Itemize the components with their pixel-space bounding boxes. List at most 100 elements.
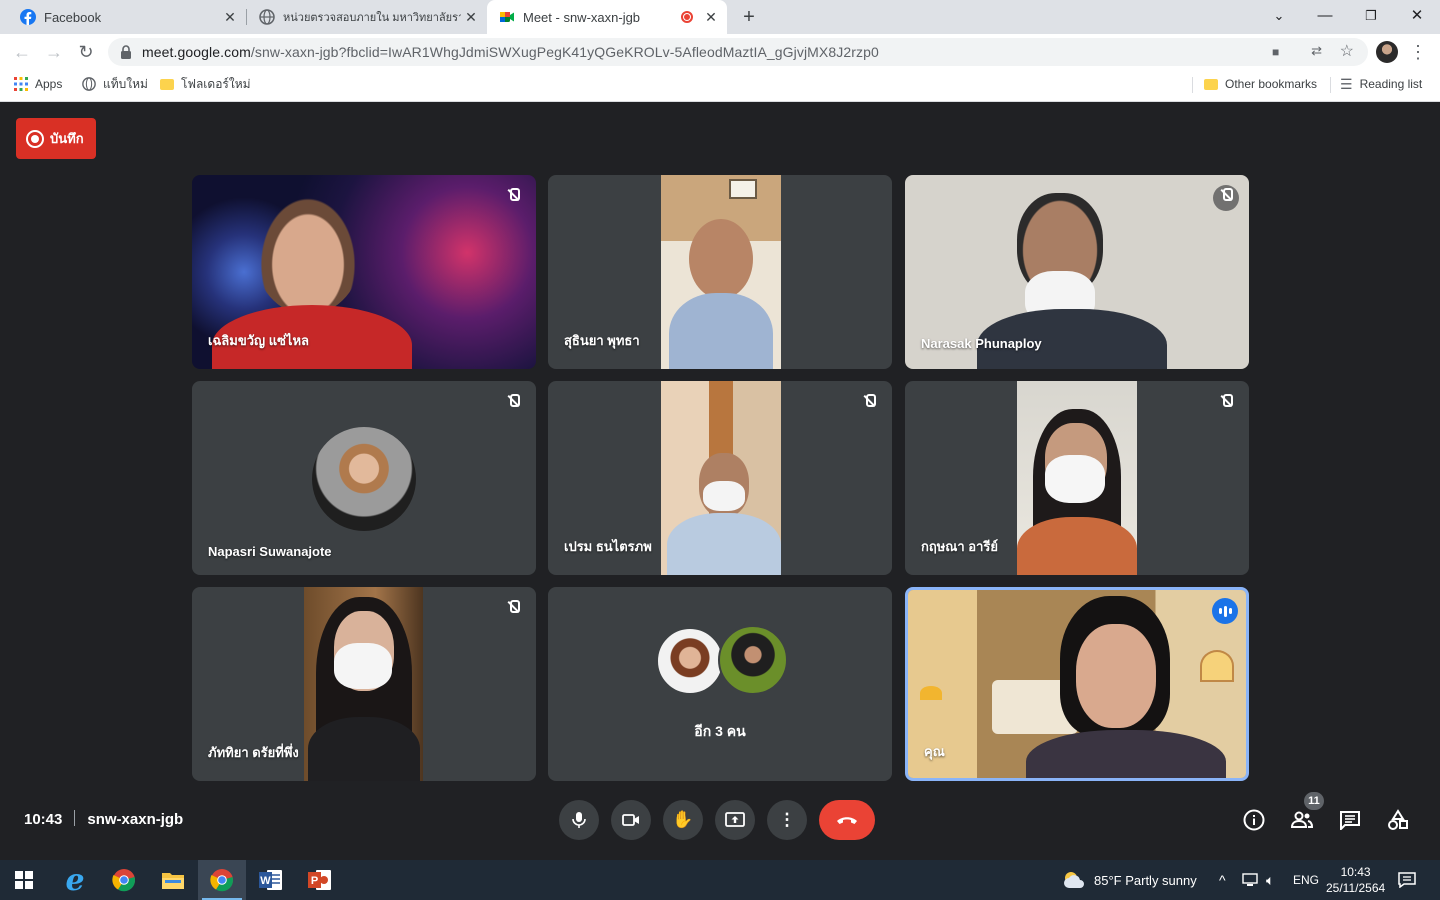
- bookmark-label: Apps: [35, 77, 63, 91]
- participant-name: ภัททิยา ดรัยที่พึ่ง: [208, 745, 299, 760]
- participant-video: [254, 189, 362, 315]
- camera-button[interactable]: [611, 800, 651, 840]
- translate-icon[interactable]: ⇄: [1311, 43, 1322, 59]
- svg-text:P: P: [311, 875, 318, 887]
- lock-icon: [121, 45, 131, 59]
- more-options-button[interactable]: ⋮: [767, 800, 807, 840]
- close-window-button[interactable]: ✕: [1394, 0, 1440, 34]
- tab-internal-audit[interactable]: หน่วยตรวจสอบภายใน มหาวิทยาลัยราช ✕: [247, 0, 487, 34]
- present-screen-button[interactable]: [715, 800, 755, 840]
- taskbar-file-explorer[interactable]: [149, 860, 197, 900]
- record-icon: [26, 129, 44, 148]
- participant-avatar: [656, 627, 724, 695]
- bookmark-label: แท็บใหม่: [103, 76, 148, 91]
- activities-shapes-icon: [1388, 809, 1408, 830]
- taskbar-clock[interactable]: 10:43 25/11/2564: [1326, 860, 1385, 900]
- participant-tile[interactable]: สุธินยา พุทธา: [548, 175, 892, 369]
- participant-video-body: [1026, 730, 1226, 778]
- activities-button[interactable]: [1382, 804, 1414, 836]
- taskbar-date: 25/11/2564: [1326, 881, 1386, 895]
- recording-indicator-button[interactable]: บันทึก: [16, 118, 96, 159]
- back-arrow-icon[interactable]: ←: [8, 38, 36, 66]
- participant-tile[interactable]: Narasak Phunaploy: [905, 175, 1249, 369]
- taskbar-word[interactable]: W: [247, 860, 295, 900]
- taskbar-internet-explorer[interactable]: e: [51, 860, 99, 900]
- forward-arrow-icon[interactable]: →: [40, 38, 68, 66]
- internet-explorer-icon: e: [65, 862, 85, 898]
- participant-video: [661, 175, 781, 369]
- weather-widget[interactable]: 85°F Partly sunny: [1062, 860, 1197, 900]
- participant-tile[interactable]: ภัททิยา ดรัยที่พึ่ง: [192, 587, 536, 781]
- participant-name: เฉลิมขวัญ แซ่ไหล: [208, 333, 309, 348]
- others-count-label: อีก 3 คน: [694, 723, 746, 739]
- windows-start-button[interactable]: [0, 860, 48, 900]
- meeting-details-button[interactable]: [1238, 804, 1270, 836]
- participant-name: Napasri Suwanajote: [208, 544, 332, 559]
- chat-button[interactable]: [1334, 804, 1366, 836]
- bookmark-apps[interactable]: Apps: [14, 70, 62, 98]
- bookmark-reading-list[interactable]: ☰ Reading list: [1340, 70, 1422, 98]
- muted-mic-icon: [1213, 391, 1239, 417]
- reload-icon[interactable]: ↻: [72, 38, 100, 66]
- taskbar-chrome[interactable]: [100, 860, 148, 900]
- bookmark-new-tab[interactable]: แท็บใหม่: [82, 70, 148, 98]
- bookmark-star-icon[interactable]: ☆: [1340, 41, 1354, 61]
- leave-call-button[interactable]: [819, 800, 875, 840]
- record-label: บันทึก: [50, 131, 84, 146]
- tab-search-icon[interactable]: ⌄: [1256, 0, 1302, 34]
- new-tab-button[interactable]: +: [736, 4, 762, 30]
- reading-list-icon: ☰: [1340, 75, 1353, 92]
- participant-tile[interactable]: เฉลิมขวัญ แซ่ไหล: [192, 175, 536, 369]
- taskbar-time: 10:43: [1340, 865, 1371, 879]
- raise-hand-button[interactable]: ✋: [663, 800, 703, 840]
- microphone-button[interactable]: [559, 800, 599, 840]
- participant-tile[interactable]: Napasri Suwanajote: [192, 381, 536, 575]
- volume-icon[interactable]: 🔈︎: [1266, 860, 1274, 900]
- google-meet-icon: [500, 12, 514, 22]
- close-tab-icon[interactable]: ✕: [222, 9, 238, 25]
- bookmark-label: โฟลเดอร์ใหม่: [181, 76, 251, 91]
- tab-meet[interactable]: Meet - snw-xaxn-jgb ✕: [487, 0, 727, 34]
- close-tab-icon[interactable]: ✕: [463, 9, 479, 25]
- windows-logo-icon: [15, 871, 33, 889]
- meeting-code: snw-xaxn-jgb: [87, 811, 184, 828]
- address-bar[interactable]: meet.google.com/snw-xaxn-jgb?fbclid=IwAR…: [108, 38, 1368, 66]
- meeting-time: 10:43: [24, 811, 63, 828]
- network-icon[interactable]: [1242, 860, 1260, 900]
- others-tile[interactable]: อีก 3 คน: [548, 587, 892, 781]
- taskbar-powerpoint[interactable]: P: [296, 860, 344, 900]
- apps-grid-icon: [14, 77, 28, 91]
- minimize-button[interactable]: —: [1302, 0, 1348, 34]
- participant-count-badge: 11: [1304, 792, 1324, 810]
- taskbar-chrome-active[interactable]: [198, 860, 246, 900]
- tab-facebook[interactable]: Facebook ✕: [0, 0, 246, 34]
- participant-video: [661, 381, 781, 575]
- participant-name: เปรม ธนไตรภพ: [564, 539, 652, 554]
- profile-avatar[interactable]: [1376, 41, 1398, 63]
- folder-icon: [1204, 78, 1218, 90]
- participant-name: Narasak Phunaploy: [921, 336, 1042, 351]
- meeting-info: 10:43 snw-xaxn-jgb: [24, 810, 183, 828]
- action-center-icon[interactable]: [1398, 860, 1416, 900]
- browser-tab-strip: Facebook ✕ หน่วยตรวจสอบภายใน มหาวิทยาลัย…: [0, 0, 1440, 34]
- show-hidden-icons-button[interactable]: ^: [1219, 860, 1226, 900]
- participant-tile[interactable]: เปรม ธนไตรภพ: [548, 381, 892, 575]
- participant-tile[interactable]: กฤษณา อารีย์: [905, 381, 1249, 575]
- powerpoint-icon: P: [308, 870, 331, 890]
- self-tile[interactable]: คุณ: [905, 587, 1249, 781]
- restore-button[interactable]: ❐: [1348, 0, 1394, 34]
- lamp: [920, 686, 942, 700]
- browser-menu-icon[interactable]: ⋮: [1408, 38, 1428, 66]
- tab-title: หน่วยตรวจสอบภายใน มหาวิทยาลัยราช: [283, 12, 461, 24]
- bookmark-new-folder[interactable]: โฟลเดอร์ใหม่: [160, 70, 251, 98]
- muted-mic-icon: [500, 597, 526, 623]
- participant-video: [1017, 381, 1137, 575]
- globe-icon: [259, 9, 275, 25]
- close-tab-icon[interactable]: ✕: [703, 9, 719, 25]
- muted-mic-icon: [500, 391, 526, 417]
- folder-icon: [162, 873, 184, 889]
- input-language-button[interactable]: ENG: [1293, 860, 1319, 900]
- camera-icon[interactable]: ■: [1272, 45, 1288, 59]
- muted-mic-icon: [856, 391, 882, 417]
- bookmark-other[interactable]: Other bookmarks: [1204, 70, 1317, 98]
